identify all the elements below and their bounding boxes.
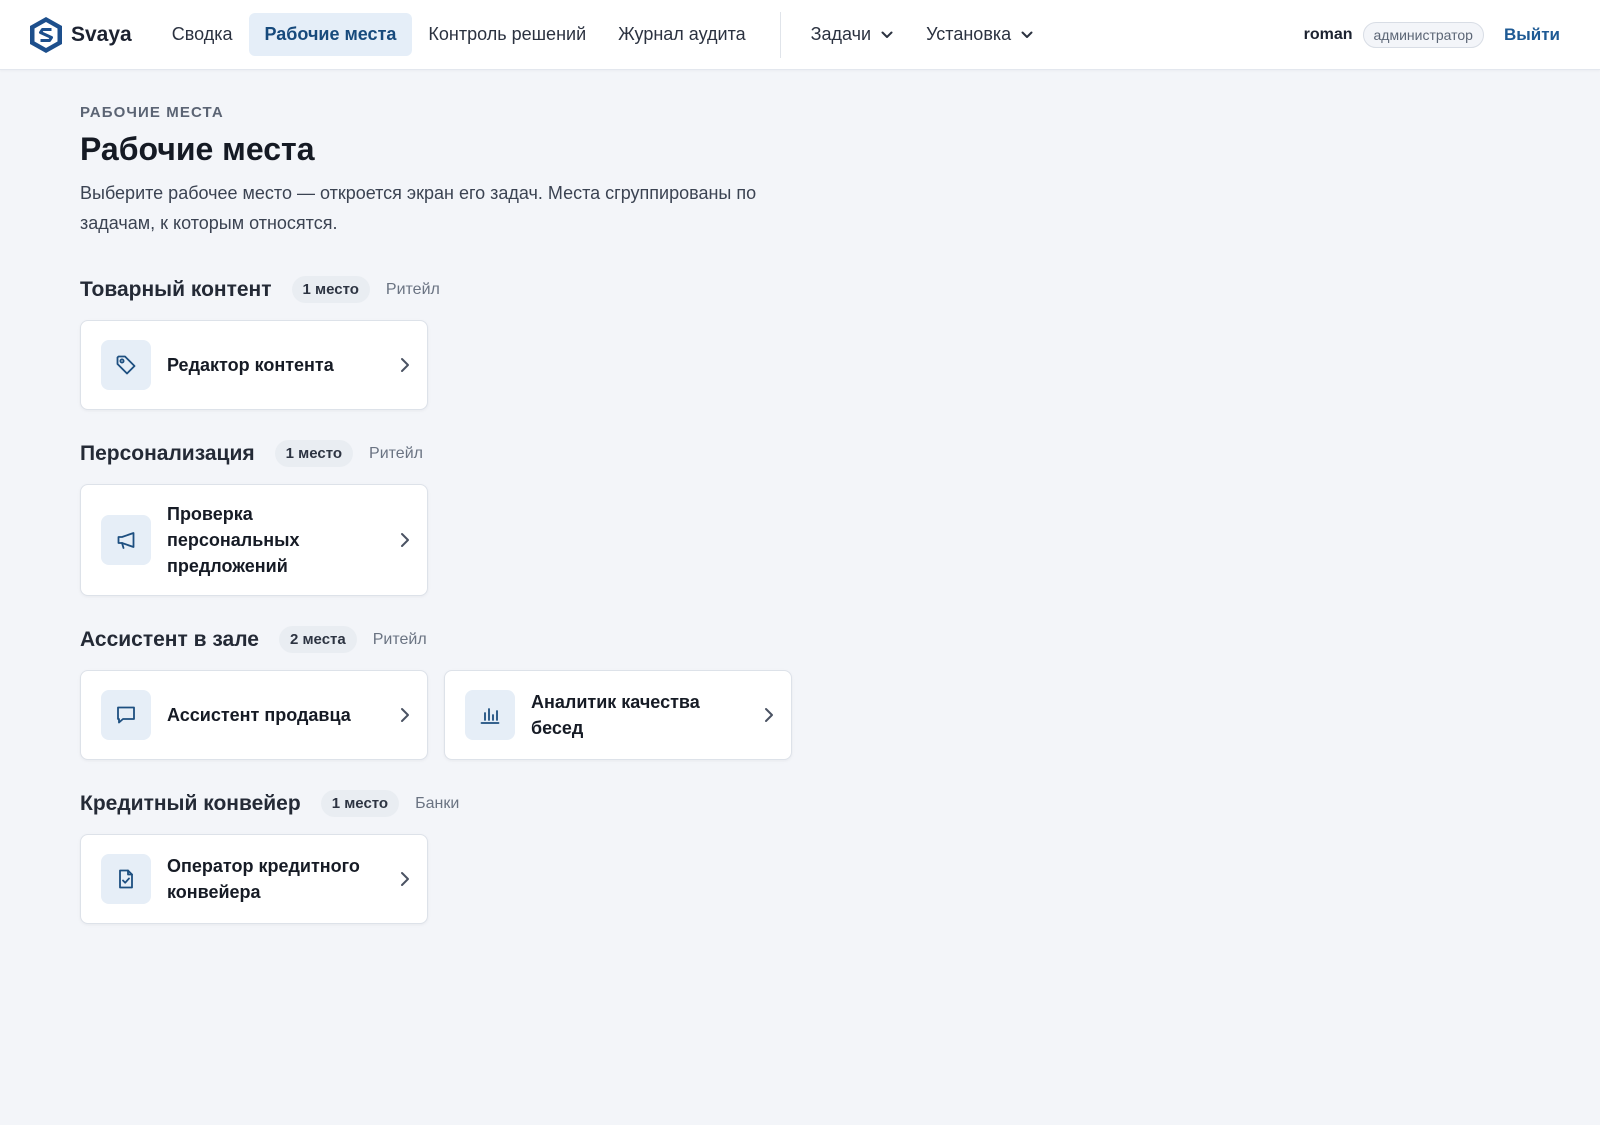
chevron-right-icon — [397, 355, 413, 375]
brand-logo[interactable]: Svaya — [29, 16, 132, 54]
nav-dropdown-tasks[interactable]: Задачи — [795, 13, 910, 56]
logout-button[interactable]: Выйти — [1504, 25, 1560, 45]
user-name: roman — [1303, 25, 1353, 43]
page-eyebrow: РАБОЧИЕ МЕСТА — [80, 104, 224, 121]
workplace-card-label: Оператор кредитного конвейера — [167, 856, 360, 902]
group-title: Персонализация — [80, 441, 255, 465]
workplace-card-content-editor[interactable]: Редактор контента — [80, 320, 428, 410]
group-industry-tag: Ритейл — [385, 280, 440, 298]
user-role-badge: администратор — [1362, 21, 1484, 48]
tag-icon — [101, 340, 151, 390]
workplace-card-personal-offers-review[interactable]: Проверка персональных предложений — [80, 484, 428, 596]
nav-item-workplaces[interactable]: Рабочие места — [248, 13, 413, 56]
nav-item-audit-log[interactable]: Журнал аудита — [602, 13, 762, 56]
group-count-badge: 1 место — [291, 276, 370, 303]
chevron-right-icon — [397, 705, 413, 725]
bar-chart-icon — [465, 690, 515, 740]
workplace-card-label: Редактор контента — [167, 355, 334, 375]
nav-dropdown-setup-label: Установка — [926, 24, 1012, 44]
page-description: Выберите рабочее место — откроется экран… — [80, 183, 757, 233]
workplace-group-floor-assistant: Ассистент в зале 2 места Ритейл Ассистен… — [80, 626, 1600, 760]
workplace-group-personalization: Персонализация 1 место Ритейл Проверка п… — [80, 440, 1600, 596]
workplace-card-credit-pipeline-operator[interactable]: Оператор кредитного конвейера — [80, 834, 428, 924]
group-title: Кредитный конвейер — [80, 791, 301, 815]
page-title: Рабочие места — [80, 131, 315, 167]
document-check-icon — [101, 854, 151, 904]
nav-dropdown-setup[interactable]: Установка — [910, 13, 1050, 56]
group-count-badge: 1 место — [320, 790, 400, 817]
workplace-group-credit-pipeline: Кредитный конвейер 1 место Банки Операто… — [80, 790, 1600, 924]
workplace-group-product-content: Товарный контент 1 место Ритейл Редактор… — [80, 276, 1600, 410]
chevron-down-icon — [881, 31, 893, 38]
main-nav: Сводка Рабочие места Контроль решений Жу… — [156, 0, 1050, 69]
group-industry-tag: Ритейл — [369, 444, 423, 462]
main-content: РАБОЧИЕ МЕСТА Рабочие места Выберите раб… — [0, 70, 1600, 924]
brand-name: Svaya — [71, 22, 132, 46]
group-title: Ассистент в зале — [80, 627, 259, 651]
chevron-right-icon — [761, 705, 777, 725]
nav-item-summary[interactable]: Сводка — [156, 13, 249, 56]
chevron-down-icon — [1021, 31, 1033, 38]
nav-divider — [779, 11, 781, 58]
workplace-card-label: Проверка персональных предложений — [167, 504, 300, 576]
nav-item-decision-control[interactable]: Контроль решений — [412, 13, 602, 56]
workplace-card-seller-assistant[interactable]: Ассистент продавца — [80, 670, 428, 760]
svaya-logo-icon — [30, 16, 62, 53]
megaphone-icon — [101, 515, 151, 565]
group-title: Товарный контент — [80, 277, 272, 301]
chevron-right-icon — [397, 530, 413, 550]
workplace-card-conversation-quality-analyst[interactable]: Аналитик качества бесед — [444, 670, 792, 760]
group-count-badge: 2 места — [278, 626, 357, 653]
workplace-card-label: Ассистент продавца — [167, 705, 351, 725]
group-industry-tag: Банки — [415, 794, 460, 812]
nav-dropdown-tasks-label: Задачи — [810, 24, 872, 44]
workplace-card-label: Аналитик качества бесед — [531, 692, 700, 738]
group-count-badge: 1 место — [274, 440, 354, 467]
group-industry-tag: Ритейл — [372, 630, 427, 648]
chevron-right-icon — [397, 869, 413, 889]
top-navigation-bar: Svaya Сводка Рабочие места Контроль реше… — [0, 0, 1600, 70]
chat-bubble-icon — [101, 690, 151, 740]
